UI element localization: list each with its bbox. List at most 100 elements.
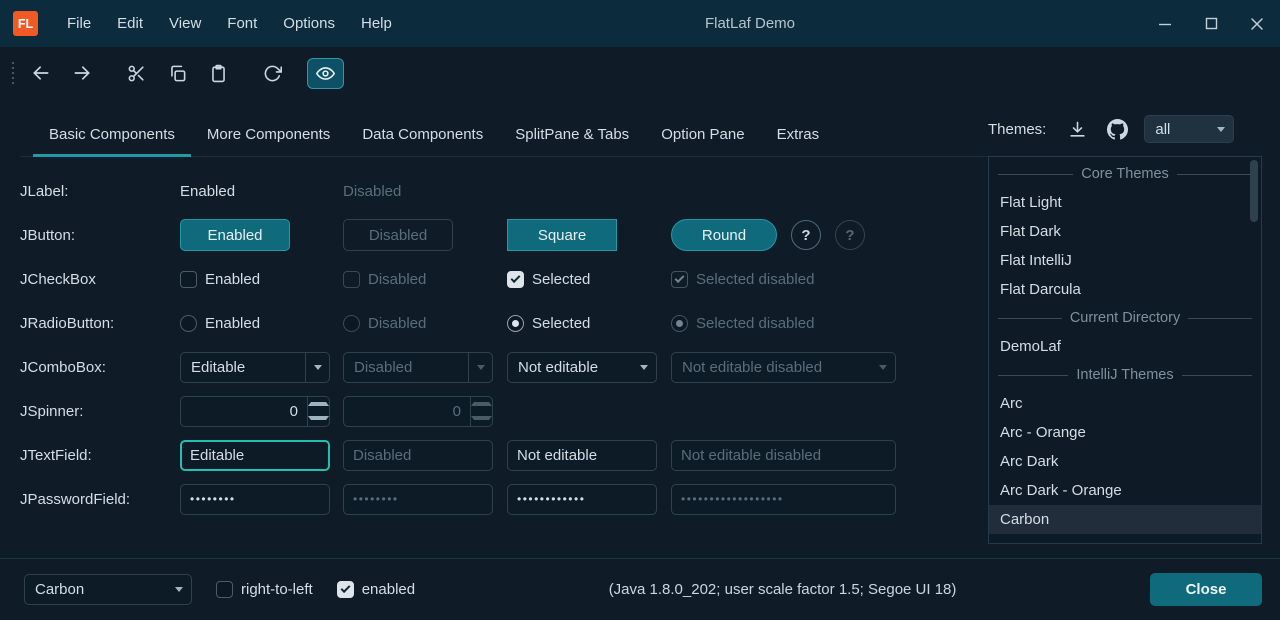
- jtextfield-editable[interactable]: Editable: [180, 440, 330, 471]
- theme-item-flat-intellij[interactable]: Flat IntelliJ: [989, 246, 1261, 275]
- theme-item-arc[interactable]: Arc: [989, 389, 1261, 418]
- menu-font[interactable]: Font: [214, 8, 270, 39]
- main-content: Basic Components More Components Data Co…: [0, 99, 1280, 558]
- enabled-checkbox[interactable]: enabled: [337, 581, 415, 598]
- password-value: ••••••••: [353, 492, 399, 506]
- show-hover-effects-toggle[interactable]: [307, 58, 344, 89]
- spinner-up-button[interactable]: [308, 397, 329, 412]
- spinner-down-button[interactable]: [308, 411, 329, 426]
- theme-group-intellij-themes: IntelliJ Themes: [989, 361, 1261, 389]
- jradiobutton-enabled[interactable]: Enabled: [180, 315, 343, 332]
- status-info: (Java 1.8.0_202; user scale factor 1.5; …: [439, 581, 1126, 598]
- jradiobutton-disabled: Disabled: [343, 315, 507, 332]
- themes-label: Themes:: [988, 121, 1046, 138]
- jtextfield-not-editable[interactable]: Not editable: [507, 440, 657, 471]
- cut-button[interactable]: [117, 56, 155, 90]
- jcheckbox-enabled[interactable]: Enabled: [180, 271, 343, 288]
- toolbar-grip-handle[interactable]: [12, 62, 14, 84]
- checkbox-label: Selected disabled: [696, 271, 814, 288]
- checkbox-label: Enabled: [205, 271, 260, 288]
- radio-label: Enabled: [205, 315, 260, 332]
- combobox-value: Editable: [181, 359, 305, 376]
- jradiobutton-row-label: JRadioButton:: [20, 315, 180, 332]
- jbutton-square[interactable]: Square: [507, 219, 617, 251]
- minimize-button[interactable]: [1142, 0, 1188, 47]
- components-pane: Basic Components More Components Data Co…: [0, 99, 988, 558]
- theme-item-flat-darcula[interactable]: Flat Darcula: [989, 275, 1261, 304]
- forward-button[interactable]: [63, 56, 101, 90]
- checkbox-box: [343, 271, 360, 288]
- jspinner-enabled[interactable]: 0: [180, 396, 330, 427]
- app-logo: FL: [13, 11, 38, 36]
- combobox-value: Disabled: [344, 359, 468, 376]
- menu-view[interactable]: View: [156, 8, 214, 39]
- theme-item-flat-dark[interactable]: Flat Dark: [989, 217, 1261, 246]
- menu-edit[interactable]: Edit: [104, 8, 156, 39]
- themes-panel: Themes: all Core Themes Flat Light Flat …: [988, 99, 1280, 558]
- refresh-button[interactable]: [253, 56, 291, 90]
- jcombobox-editable[interactable]: Editable: [180, 352, 330, 383]
- download-icon: [1068, 120, 1087, 139]
- spinner-value: 0: [181, 403, 307, 420]
- menu-help[interactable]: Help: [348, 8, 405, 39]
- menu-options[interactable]: Options: [270, 8, 348, 39]
- window-controls: [1142, 0, 1280, 47]
- maximize-button[interactable]: [1188, 0, 1234, 47]
- tab-data-components[interactable]: Data Components: [346, 116, 499, 156]
- help-button[interactable]: ?: [791, 220, 821, 250]
- scrollbar-thumb[interactable]: [1250, 160, 1258, 222]
- theme-item-flat-light[interactable]: Flat Light: [989, 188, 1261, 217]
- copy-button[interactable]: [158, 56, 196, 90]
- combobox-value: Not editable: [508, 359, 632, 376]
- flatlaf-demo-window: FL File Edit View Font Options Help Flat…: [0, 0, 1280, 620]
- checkbox-label: Selected: [532, 271, 590, 288]
- theme-item-arc-orange[interactable]: Arc - Orange: [989, 418, 1261, 447]
- back-button[interactable]: [22, 56, 60, 90]
- close-window-button[interactable]: [1234, 0, 1280, 47]
- right-to-left-checkbox[interactable]: right-to-left: [216, 581, 313, 598]
- lookandfeel-combobox[interactable]: Carbon: [24, 574, 192, 605]
- jbutton-round[interactable]: Round: [671, 219, 777, 251]
- paste-icon: [209, 64, 228, 83]
- checkbox-box: [216, 581, 233, 598]
- themes-scrollbar[interactable]: [1250, 160, 1258, 540]
- chevron-down-icon[interactable]: [305, 353, 329, 382]
- jpasswordfield-not-editable[interactable]: ••••••••••••: [507, 484, 657, 515]
- jbutton-enabled[interactable]: Enabled: [180, 219, 290, 251]
- menubar: File Edit View Font Options Help: [54, 8, 405, 39]
- basic-components-form: JLabel: Enabled Disabled JButton: Enable…: [20, 169, 988, 521]
- jcheckbox-selected[interactable]: Selected: [507, 271, 671, 288]
- tab-splitpane-tabs[interactable]: SplitPane & Tabs: [499, 116, 645, 156]
- chevron-down-icon[interactable]: [632, 353, 656, 382]
- jlabel-enabled: Enabled: [180, 183, 343, 200]
- theme-item-carbon[interactable]: Carbon: [989, 505, 1261, 534]
- jspinner-disabled: 0: [343, 396, 493, 427]
- theme-item-demolaf[interactable]: DemoLaf: [989, 332, 1261, 361]
- tab-more-components[interactable]: More Components: [191, 116, 346, 156]
- close-button[interactable]: Close: [1150, 573, 1262, 606]
- cut-icon: [127, 64, 146, 83]
- eye-icon: [316, 64, 335, 83]
- paste-button[interactable]: [199, 56, 237, 90]
- tab-extras[interactable]: Extras: [761, 116, 836, 156]
- themes-header: Themes: all: [988, 114, 1262, 144]
- tabbar: Basic Components More Components Data Co…: [20, 116, 988, 157]
- jradiobutton-selected[interactable]: Selected: [507, 315, 671, 332]
- jtextfield-not-editable-disabled: Not editable disabled: [671, 440, 896, 471]
- checkbox-label: Disabled: [368, 271, 426, 288]
- jpasswordfield-enabled[interactable]: ••••••••: [180, 484, 330, 515]
- github-button[interactable]: [1100, 114, 1134, 144]
- tab-basic-components[interactable]: Basic Components: [33, 116, 191, 156]
- jlabel-row-label: JLabel:: [20, 183, 180, 200]
- theme-item-arc-dark[interactable]: Arc Dark: [989, 447, 1261, 476]
- jcombobox-disabled: Disabled: [343, 352, 493, 383]
- tab-option-pane[interactable]: Option Pane: [645, 116, 760, 156]
- menu-file[interactable]: File: [54, 8, 104, 39]
- help-button-disabled: ?: [835, 220, 865, 250]
- download-themes-button[interactable]: [1060, 114, 1094, 144]
- spinner-down-button: [471, 411, 492, 426]
- theme-item-arc-dark-orange[interactable]: Arc Dark - Orange: [989, 476, 1261, 505]
- toolbar: [0, 47, 1280, 99]
- themes-filter-combobox[interactable]: all: [1144, 115, 1234, 143]
- jcombobox-not-editable[interactable]: Not editable: [507, 352, 657, 383]
